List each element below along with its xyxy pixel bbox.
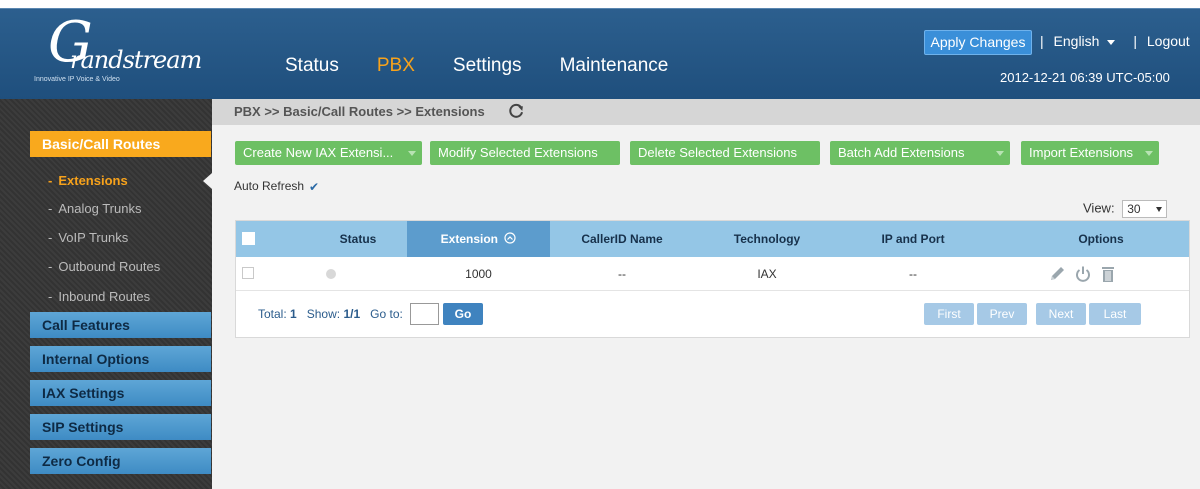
sidebar-item-analog-trunks[interactable]: - Analog Trunks [48,201,141,216]
select-all-checkbox[interactable] [242,232,255,245]
button-label: Create New IAX Extensi... [243,145,394,160]
chevron-down-icon [996,151,1004,156]
column-ip-and-port[interactable]: IP and Port [840,221,986,257]
sidebar-section-call-features[interactable]: Call Features [30,312,211,338]
grandstream-logo: G randstream Innovative IP Voice & Video [34,10,202,84]
sidebar-item-voip-trunks[interactable]: - VoIP Trunks [48,230,128,245]
view-label: View: [1083,200,1115,216]
total-count: 1 [290,307,297,321]
column-label: Extension [440,232,498,246]
nav-settings[interactable]: Settings [453,55,522,77]
sidebar-item-label: Outbound Routes [58,259,161,274]
sidebar-section-internal-options[interactable]: Internal Options [30,346,211,372]
import-extensions-button[interactable]: Import Extensions [1021,141,1159,165]
sidebar-item-outbound-routes[interactable]: - Outbound Routes [48,259,160,274]
sidebar-section-zero-config[interactable]: Zero Config [30,448,211,474]
pagination: Total: 1 Show: 1/1 Go to: Go First Prev … [236,291,1189,337]
logout-link[interactable]: Logout [1147,33,1190,49]
modify-selected-button[interactable]: Modify Selected Extensions [430,141,620,165]
breadcrumb-bar: PBX >> Basic/Call Routes >> Extensions [212,99,1200,125]
sidebar-section-basic-call-routes[interactable]: Basic/Call Routes [30,131,211,157]
chevron-down-icon [1145,151,1153,156]
cell-ip-port: -- [909,267,917,281]
auto-refresh: Auto Refresh ✔ [234,179,321,193]
sidebar-item-extensions[interactable]: - Extensions [48,173,128,188]
chevron-down-icon [1156,207,1163,212]
language-logout-area: | English | Logout [1040,33,1196,49]
apply-changes-button[interactable]: Apply Changes [924,30,1032,55]
button-label: Batch Add Extensions [838,145,965,160]
next-page-button[interactable]: Next [1036,303,1086,325]
total-label: Total: [258,307,287,321]
column-technology[interactable]: Technology [694,221,840,257]
row-checkbox[interactable] [242,267,254,279]
refresh-icon[interactable] [508,102,525,119]
language-label: English [1053,33,1100,49]
pagination-summary: Total: 1 Show: 1/1 Go to: [258,307,403,321]
trash-icon[interactable] [1099,265,1117,283]
show-label: Show: [306,307,341,321]
separator: | [1040,33,1044,49]
button-label: Import Extensions [1029,145,1134,160]
active-item-pointer [203,173,212,189]
sidebar-item-inbound-routes[interactable]: - Inbound Routes [48,289,150,304]
column-extension[interactable]: Extension [407,221,550,257]
create-extension-button[interactable]: Create New IAX Extensi... [235,141,422,165]
cell-technology: IAX [757,267,777,281]
extensions-table: Status Extension CallerID Name Technolog… [235,220,1190,338]
view-select[interactable]: 30 [1122,200,1168,218]
main-nav: Status PBX Settings Maintenance [285,55,706,77]
main-content: PBX >> Basic/Call Routes >> Extensions C… [212,99,1200,489]
sidebar-item-label: Analog Trunks [58,201,142,216]
language-select[interactable]: English [1054,33,1124,49]
last-page-button[interactable]: Last [1089,303,1141,325]
column-options: Options [1078,232,1124,246]
sidebar-item-label: Inbound Routes [58,289,151,304]
cell-extension: 1000 [465,267,492,281]
sidebar-item-label: Extensions [58,173,128,188]
auto-refresh-checkbox[interactable]: ✔ [309,181,321,193]
goto-label: Go to: [370,307,403,321]
app-window: G randstream Innovative IP Voice & Video… [0,0,1200,489]
top-header: G randstream Innovative IP Voice & Video… [0,8,1200,99]
chevron-down-icon [1107,39,1116,45]
prev-page-button[interactable]: Prev [977,303,1027,325]
sidebar: Basic/Call Routes - Extensions - Analog Tr… [0,99,212,489]
nav-maintenance[interactable]: Maintenance [560,55,669,77]
chevron-down-icon [408,151,416,156]
batch-add-button[interactable]: Batch Add Extensions [830,141,1010,165]
system-datetime: 2012-12-21 06:39 UTC-05:00 [1000,70,1170,85]
view-selector: View: 30 [1083,200,1168,218]
sidebar-section-iax-settings[interactable]: IAX Settings [30,380,211,406]
nav-status[interactable]: Status [285,55,339,77]
table-row[interactable]: 1000 -- IAX -- [236,257,1189,291]
separator: | [1133,33,1137,49]
show-value: 1/1 [343,307,361,321]
power-icon[interactable] [1074,265,1092,283]
column-status[interactable]: Status [298,221,418,257]
sidebar-item-label: VoIP Trunks [58,230,129,245]
sidebar-section-sip-settings[interactable]: SIP Settings [30,414,211,440]
goto-page-input[interactable] [410,303,439,325]
logo-tagline: Innovative IP Voice & Video [34,76,120,83]
auto-refresh-label: Auto Refresh [234,179,305,193]
view-value: 30 [1127,202,1141,216]
column-callerid-name[interactable]: CallerID Name [550,221,694,257]
cell-callerid: -- [618,267,626,281]
go-button[interactable]: Go [443,303,483,325]
breadcrumb: PBX >> Basic/Call Routes >> Extensions [234,104,485,119]
sort-ascending-icon [504,232,516,244]
table-header: Status Extension CallerID Name Technolog… [236,221,1189,257]
edit-icon[interactable] [1048,265,1066,283]
status-indicator [326,269,336,279]
delete-selected-button[interactable]: Delete Selected Extensions [630,141,820,165]
first-page-button[interactable]: First [924,303,974,325]
nav-pbx[interactable]: PBX [377,55,415,77]
